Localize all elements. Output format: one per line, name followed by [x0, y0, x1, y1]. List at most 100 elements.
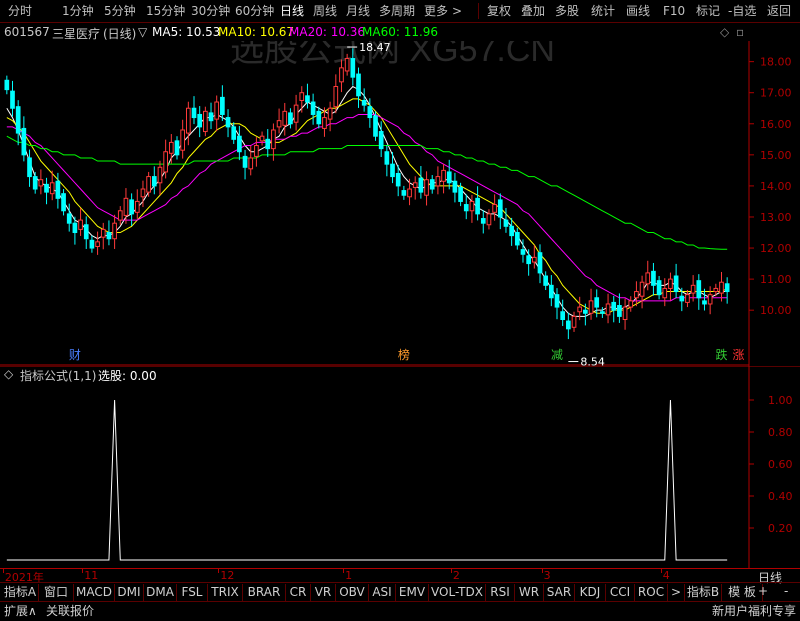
period-tab-15min[interactable]: 15分钟 — [146, 3, 185, 19]
candle-body — [617, 305, 622, 317]
candle-body — [129, 199, 134, 215]
event-markers: 财 榜 减 跌涨 — [69, 347, 745, 362]
statistics-button[interactable]: 统计 — [591, 3, 615, 19]
candle-body — [554, 294, 560, 308]
kline-chart[interactable]: 选股公式网 XG57.CN 10.0011.0012.0013.0014.001… — [0, 41, 800, 366]
period-tab-daily[interactable]: 日线 — [280, 3, 304, 19]
indicator-tab-b[interactable]: 指标B — [685, 584, 722, 601]
related-quotes-button[interactable]: 关联报价 — [46, 603, 94, 620]
period-tab-timeshare[interactable]: 分时 — [8, 3, 32, 19]
period-tab-multi[interactable]: 多周期 — [379, 3, 415, 19]
period-tab-1min[interactable]: 1分钟 — [62, 3, 94, 19]
indicator-tab-[interactable]: 模 板 — [722, 584, 763, 601]
expand-button[interactable]: 扩展∧ — [4, 603, 37, 620]
period-tab-60min[interactable]: 60分钟 — [235, 3, 274, 19]
candle-body — [537, 252, 543, 274]
indicator-tab-asi[interactable]: ASI — [369, 584, 396, 601]
event-marker[interactable]: 财 — [69, 348, 81, 362]
indicator-tab-brar[interactable]: BRAR — [243, 584, 286, 601]
indicator-tab-trix[interactable]: TRIX — [208, 584, 243, 601]
event-marker[interactable]: 跌 — [715, 347, 727, 362]
indicator-tab-voltdx[interactable]: VOL-TDX — [429, 584, 486, 601]
period-tab-weekly[interactable]: 周线 — [313, 3, 337, 19]
indicator-tab-macd[interactable]: MACD — [74, 584, 115, 601]
candle-body — [418, 177, 424, 193]
candle-body — [38, 179, 44, 187]
candle-body — [203, 110, 208, 133]
back-button[interactable]: 返回 — [767, 3, 791, 19]
ma60-legend: MA60: 11.96 — [362, 25, 439, 39]
indicator-tab-[interactable]: 窗口 — [39, 584, 74, 601]
candle-body — [639, 281, 645, 297]
candle-body — [282, 110, 288, 126]
price-axis: 10.00 11.00 12.00 13.00 14.00 15.00 16.00 17.00… — [749, 56, 792, 317]
mark-button[interactable]: 标记 — [696, 3, 720, 19]
indicator-tab-kdj[interactable]: KDJ — [575, 584, 606, 601]
indicator-tab-dmi[interactable]: DMI — [115, 584, 144, 601]
indicator-tab-sar[interactable]: SAR — [544, 584, 575, 601]
time-axis-label: 4 — [662, 569, 670, 582]
indicator-tab-cci[interactable]: CCI — [606, 584, 635, 601]
price-tick-label: 13.00 — [760, 211, 792, 224]
candle-body — [174, 140, 180, 156]
candle-body — [566, 320, 571, 330]
ma20-line — [6, 113, 728, 302]
collapse-icon[interactable]: ▽ — [138, 25, 147, 39]
overlay-button[interactable]: 叠加 — [521, 3, 545, 19]
indicator-chart[interactable]: 0.20 0.40 0.60 0.80 1.00 — [0, 366, 800, 568]
candle-body — [356, 73, 361, 97]
candle-body — [151, 176, 157, 187]
indicator-tab-wr[interactable]: WR — [515, 584, 544, 601]
period-tab-5min[interactable]: 5分钟 — [104, 3, 136, 19]
candle-body — [384, 151, 390, 165]
favorites-button[interactable]: -自选 — [728, 3, 756, 19]
candle-body — [492, 204, 497, 213]
candle-body — [265, 138, 271, 150]
draw-line-button[interactable]: 画线 — [626, 3, 650, 19]
price-tick-label: 15.00 — [760, 149, 792, 162]
bottom-bar: 扩展∧ 关联报价 + - 新用户福利专享 — [0, 584, 800, 621]
candle-body — [503, 219, 509, 227]
candle-body — [15, 106, 21, 134]
promo-link[interactable]: 新用户福利专享 — [712, 603, 796, 620]
indicator-tab-vr[interactable]: VR — [311, 584, 336, 601]
period-tab-30min[interactable]: 30分钟 — [191, 3, 230, 19]
indicator-tab-obv[interactable]: OBV — [336, 584, 369, 601]
price-tick-label: 18.00 — [760, 56, 792, 69]
f10-button[interactable]: F10 — [663, 3, 685, 19]
candle-body — [594, 297, 600, 308]
indicator-tab-a[interactable]: 指标A — [2, 584, 39, 601]
ma-lines — [6, 85, 728, 317]
event-marker[interactable]: 减 — [551, 348, 563, 362]
indicator-tab-cr[interactable]: CR — [286, 584, 311, 601]
indicator-tab-fsl[interactable]: FSL — [177, 584, 208, 601]
time-axis-label: 12 — [220, 569, 235, 582]
more-arrow-icon[interactable]: > — [452, 3, 462, 19]
indicator-tab-emv[interactable]: EMV — [396, 584, 429, 601]
candle-body — [140, 188, 146, 198]
candle-body — [49, 182, 55, 195]
candle-body — [412, 182, 418, 188]
candle-body — [560, 311, 566, 321]
event-marker[interactable]: 榜 — [398, 347, 410, 362]
time-axis-label: 2 — [452, 569, 460, 582]
period-tab-more[interactable]: 更多 — [424, 3, 448, 19]
candle-body — [702, 300, 707, 305]
indicator-tab-dma[interactable]: DMA — [144, 584, 177, 601]
zoom-in-button[interactable]: + — [758, 583, 768, 600]
event-marker[interactable]: 涨 — [733, 347, 745, 362]
time-axis-tick — [82, 569, 84, 573]
period-tab-monthly[interactable]: 月线 — [346, 3, 370, 19]
candle-body — [548, 284, 554, 299]
indicator-tab-roc[interactable]: ROC — [635, 584, 668, 601]
diamond-icon[interactable]: ◇ — [720, 25, 729, 39]
candle-body — [242, 155, 248, 168]
multi-stock-button[interactable]: 多股 — [555, 3, 579, 19]
adjust-button[interactable]: 复权 — [487, 3, 511, 19]
restore-icon[interactable]: ▫ — [736, 25, 744, 39]
indicator-tab-rsi[interactable]: RSI — [486, 584, 515, 601]
zoom-out-button[interactable]: - — [784, 583, 788, 600]
price-tick-label: 16.00 — [760, 118, 792, 131]
indicator-tab-[interactable]: > — [668, 584, 685, 601]
candle-body — [72, 222, 78, 234]
